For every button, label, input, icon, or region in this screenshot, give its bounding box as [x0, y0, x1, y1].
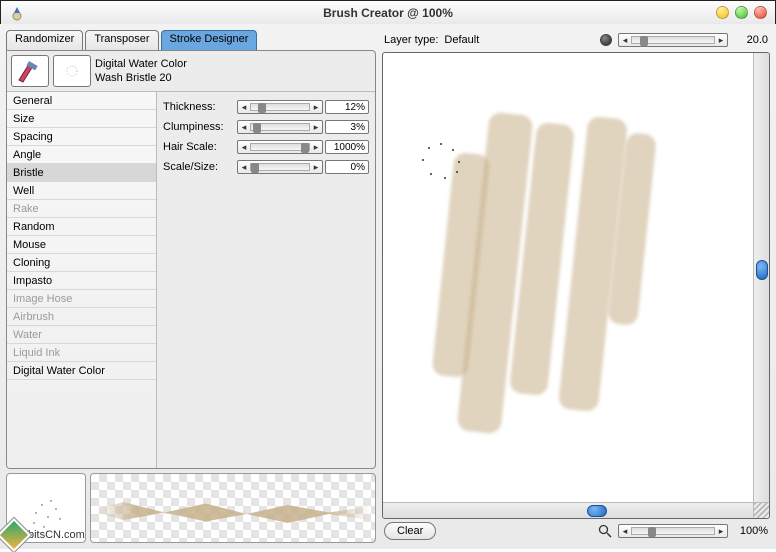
- scale-size-label: Scale/Size:: [163, 161, 235, 173]
- zoom-button[interactable]: [735, 6, 748, 19]
- brush-size-knob[interactable]: [600, 34, 612, 46]
- zoom-slider[interactable]: ◂▸: [618, 524, 728, 538]
- brush-category-swatch[interactable]: [11, 55, 49, 87]
- thickness-value[interactable]: 12%: [325, 100, 369, 114]
- scale-size-slider[interactable]: ◂▸: [237, 160, 323, 174]
- clumpiness-label: Clumpiness:: [163, 121, 235, 133]
- category-list: GeneralSizeSpacingAngleBristleWellRakeRa…: [7, 92, 157, 468]
- category-image-hose: Image Hose: [7, 290, 156, 308]
- category-random[interactable]: Random: [7, 218, 156, 236]
- horizontal-scrollbar[interactable]: [383, 502, 753, 518]
- category-liquid-ink: Liquid Ink: [7, 344, 156, 362]
- category-spacing[interactable]: Spacing: [7, 128, 156, 146]
- resize-grip[interactable]: [753, 502, 769, 518]
- category-rake: Rake: [7, 200, 156, 218]
- brush-size-value: 20.0: [734, 34, 768, 46]
- thickness-slider[interactable]: ◂▸: [237, 100, 323, 114]
- brush-ghost: [418, 143, 468, 183]
- scale-size-value[interactable]: 0%: [325, 160, 369, 174]
- hair-scale-value[interactable]: 1000%: [325, 140, 369, 154]
- scratch-pad[interactable]: [382, 52, 770, 519]
- category-mouse[interactable]: Mouse: [7, 236, 156, 254]
- category-well[interactable]: Well: [7, 182, 156, 200]
- category-general[interactable]: General: [7, 92, 156, 110]
- clear-button[interactable]: Clear: [384, 522, 436, 540]
- tab-stroke-designer[interactable]: Stroke Designer: [161, 30, 258, 50]
- stroke-preview: [90, 473, 376, 543]
- magnifier-icon: [598, 524, 612, 538]
- brush-variant-swatch[interactable]: [53, 55, 91, 87]
- brush-variant-label: Wash Bristle 20: [95, 71, 371, 85]
- tabs: Randomizer Transposer Stroke Designer: [6, 30, 376, 50]
- vertical-scrollbar[interactable]: [753, 53, 769, 502]
- watermark-icon: [0, 518, 31, 552]
- brush-size-slider[interactable]: ◂▸: [618, 33, 728, 47]
- brush-category-label: Digital Water Color: [95, 57, 371, 71]
- category-bristle[interactable]: Bristle: [7, 164, 156, 182]
- titlebar: Brush Creator @ 100%: [1, 1, 775, 25]
- category-digital-water-color[interactable]: Digital Water Color: [7, 362, 156, 380]
- stroke-designer-panel: Digital Water Color Wash Bristle 20 Gene…: [6, 50, 376, 469]
- tab-randomizer[interactable]: Randomizer: [6, 30, 83, 50]
- zoom-value: 100%: [734, 525, 768, 537]
- clumpiness-slider[interactable]: ◂▸: [237, 120, 323, 134]
- parameter-panel: Thickness: ◂▸ 12% Clumpiness: ◂▸ 3% Hair…: [157, 92, 375, 468]
- painted-stroke: [443, 113, 683, 433]
- category-airbrush: Airbrush: [7, 308, 156, 326]
- window-controls: [716, 6, 767, 19]
- watermark: bitsCN.com: [2, 523, 85, 547]
- tab-transposer[interactable]: Transposer: [85, 30, 158, 50]
- window-title: Brush Creator @ 100%: [323, 6, 453, 20]
- hair-scale-slider[interactable]: ◂▸: [237, 140, 323, 154]
- minimize-button[interactable]: [716, 6, 729, 19]
- hair-scale-label: Hair Scale:: [163, 141, 235, 153]
- layer-type-label: Layer type:: [384, 34, 438, 46]
- category-angle[interactable]: Angle: [7, 146, 156, 164]
- thickness-label: Thickness:: [163, 101, 235, 113]
- app-icon: [9, 5, 25, 21]
- close-button[interactable]: [754, 6, 767, 19]
- category-impasto[interactable]: Impasto: [7, 272, 156, 290]
- layer-type-value: Default: [444, 34, 479, 46]
- clumpiness-value[interactable]: 3%: [325, 120, 369, 134]
- category-water: Water: [7, 326, 156, 344]
- watermark-text: bitsCN.com: [28, 529, 85, 541]
- category-cloning[interactable]: Cloning: [7, 254, 156, 272]
- category-size[interactable]: Size: [7, 110, 156, 128]
